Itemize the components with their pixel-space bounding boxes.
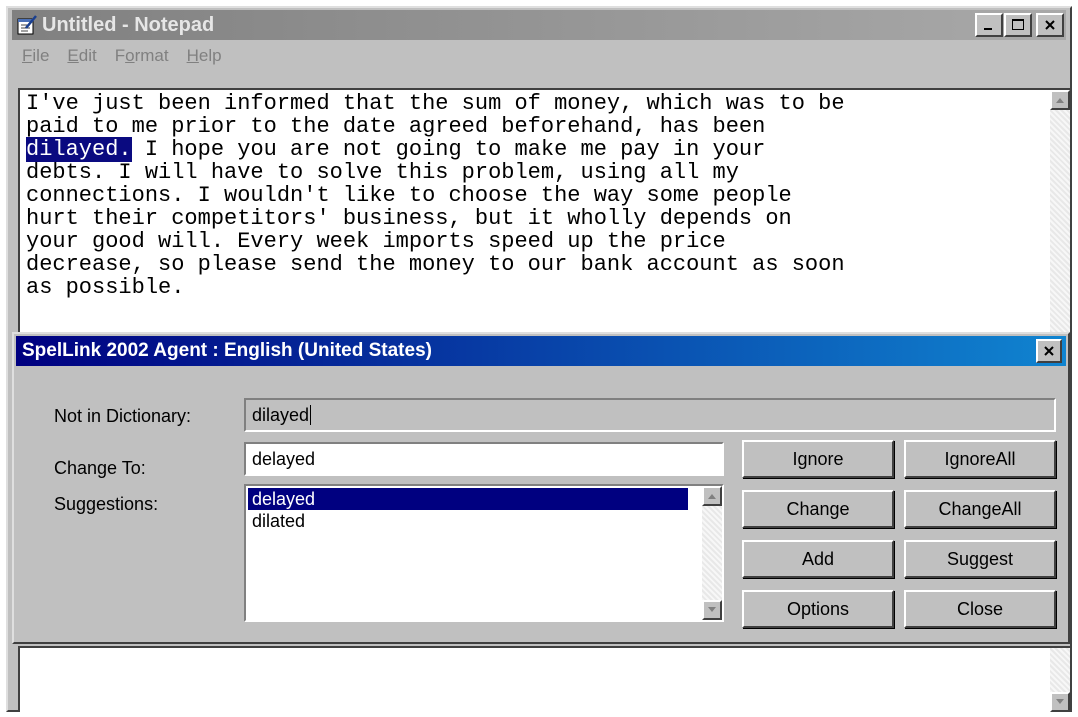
text-line: I've just been informed that the sum of …: [26, 91, 845, 116]
not-in-dictionary-field: dilayed: [244, 398, 1056, 432]
suggestions-label: Suggestions:: [54, 494, 159, 514]
suggest-button[interactable]: Suggest: [904, 540, 1056, 578]
scroll-up-button[interactable]: [702, 486, 722, 506]
minimize-button[interactable]: [975, 13, 1003, 37]
change-button[interactable]: Change: [742, 490, 894, 528]
close-icon: [1044, 346, 1054, 356]
text-line: dilayed. I hope you are not going to mak…: [26, 137, 766, 162]
ignore-button[interactable]: Ignore: [742, 440, 894, 478]
options-button[interactable]: Options: [742, 590, 894, 628]
maximize-icon: [1012, 19, 1024, 30]
suggestion-item[interactable]: delayed: [248, 488, 688, 510]
menu-edit[interactable]: Edit: [67, 46, 96, 66]
suggestions-scrollbar[interactable]: [702, 486, 722, 620]
menu-file[interactable]: File: [22, 46, 49, 66]
minimize-icon: [984, 28, 992, 30]
spellcheck-dialog: SpelLink 2002 Agent : English (United St…: [12, 332, 1070, 644]
close-icon: [1045, 20, 1055, 30]
text-editor-lower[interactable]: [18, 646, 1070, 712]
dialog-titlebar[interactable]: SpelLink 2002 Agent : English (United St…: [16, 336, 1066, 366]
scroll-down-button[interactable]: [1050, 692, 1070, 712]
editor-scrollbar[interactable]: [1050, 648, 1070, 712]
notepad-icon: [16, 14, 38, 36]
arrow-down-icon: [1056, 699, 1064, 704]
close-button[interactable]: Close: [904, 590, 1056, 628]
suggestions-list[interactable]: delayed dilated: [244, 484, 724, 622]
change-to-label: Change To:: [54, 458, 146, 478]
text-line: paid to me prior to the date agreed befo…: [26, 114, 766, 139]
text-line: hurt their competitors' business, but it…: [26, 206, 792, 231]
menu-format[interactable]: Format: [115, 46, 169, 66]
menu-help[interactable]: Help: [187, 46, 222, 66]
ignore-all-button[interactable]: IgnoreAll: [904, 440, 1056, 478]
notepad-window: Untitled - Notepad File Edit Format Help…: [6, 6, 1072, 712]
arrow-down-icon: [708, 607, 716, 612]
window-title: Untitled - Notepad: [42, 13, 215, 36]
editor-scrollbar[interactable]: [1050, 90, 1070, 332]
text-line: your good will. Every week imports speed…: [26, 229, 726, 254]
scroll-up-button[interactable]: [1050, 90, 1070, 110]
title-buttons: [974, 13, 1064, 37]
menu-bar: File Edit Format Help: [12, 44, 1066, 68]
selected-misspelled-word: dilayed.: [26, 137, 132, 162]
add-button[interactable]: Add: [742, 540, 894, 578]
arrow-up-icon: [1056, 98, 1064, 103]
text-editor[interactable]: I've just been informed that the sum of …: [18, 88, 1070, 332]
text-line: decrease, so please send the money to ou…: [26, 252, 845, 277]
maximize-button[interactable]: [1004, 13, 1032, 37]
scroll-down-button[interactable]: [702, 600, 722, 620]
text-line: debts. I will have to solve this problem…: [26, 160, 739, 185]
text-line: as possible.: [26, 275, 185, 300]
dialog-title: SpelLink 2002 Agent : English (United St…: [22, 340, 432, 361]
suggestion-item[interactable]: dilated: [248, 510, 688, 532]
close-window-button[interactable]: [1036, 13, 1064, 37]
document-text: I've just been informed that the sum of …: [26, 92, 1036, 299]
arrow-up-icon: [708, 494, 716, 499]
change-all-button[interactable]: ChangeAll: [904, 490, 1056, 528]
change-to-input[interactable]: delayed: [244, 442, 724, 476]
not-in-dictionary-label: Not in Dictionary:: [54, 406, 192, 426]
text-caret: [310, 405, 312, 425]
text-line: connections. I wouldn't like to choose t…: [26, 183, 792, 208]
dialog-close-button[interactable]: [1036, 339, 1062, 363]
window-titlebar[interactable]: Untitled - Notepad: [12, 10, 1066, 40]
